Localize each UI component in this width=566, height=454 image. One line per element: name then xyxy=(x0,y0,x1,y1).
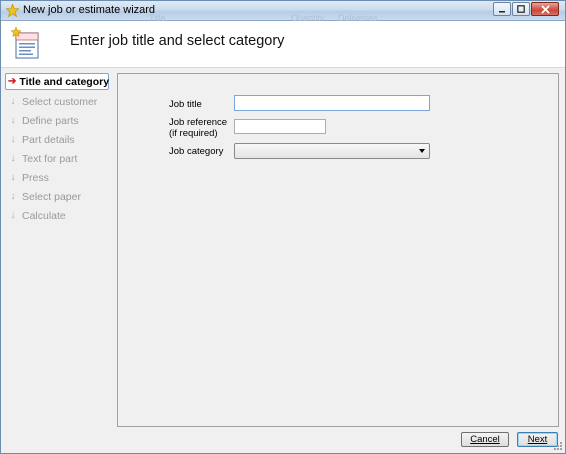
wizard-wand-icon xyxy=(6,4,19,17)
step-select-customer: ↓ Select customer xyxy=(5,92,113,111)
step-label: Part details xyxy=(22,133,75,146)
cancel-button-label: Cancel xyxy=(470,434,500,445)
wizard-header: Enter job title and select category xyxy=(1,21,565,67)
title-bar[interactable]: New job or estimate wizard Title Quantit… xyxy=(1,1,565,23)
next-button-label: Next xyxy=(527,434,548,445)
minimize-icon xyxy=(499,11,505,13)
job-reference-label-line2: (if required) xyxy=(169,128,218,139)
step-define-parts: ↓ Define parts xyxy=(5,111,113,130)
job-reference-label: Job reference (if required) xyxy=(169,117,227,139)
page-title: Enter job title and select category xyxy=(70,33,285,49)
step-label: Select paper xyxy=(22,190,81,203)
step-part-details: ↓ Part details xyxy=(5,130,113,149)
step-label: Select customer xyxy=(22,95,98,108)
next-button[interactable]: Next xyxy=(517,432,558,447)
estimate-document-icon xyxy=(11,27,39,59)
step-title-and-category[interactable]: ➔ Title and category xyxy=(5,73,109,90)
down-arrow-icon: ↓ xyxy=(10,210,16,221)
minimize-button[interactable] xyxy=(493,2,511,16)
step-label: Title and category xyxy=(19,75,110,88)
step-text-for-part: ↓ Text for part xyxy=(5,149,113,168)
step-label: Calculate xyxy=(22,209,66,222)
down-arrow-icon: ↓ xyxy=(10,153,16,164)
header-divider xyxy=(1,67,565,68)
down-arrow-icon: ↓ xyxy=(10,134,16,145)
maximize-icon xyxy=(517,5,525,13)
right-arrow-icon: ➔ xyxy=(8,76,17,87)
window-controls xyxy=(492,2,559,17)
down-arrow-icon: ↓ xyxy=(10,115,16,126)
maximize-button[interactable] xyxy=(512,2,530,16)
job-reference-input[interactable] xyxy=(234,119,326,134)
cancel-button[interactable]: Cancel xyxy=(461,432,509,447)
job-category-label: Job category xyxy=(169,146,224,157)
step-label: Text for part xyxy=(22,152,78,165)
down-arrow-icon: ↓ xyxy=(10,191,16,202)
step-calculate: ↓ Calculate xyxy=(5,206,113,225)
wizard-window: New job or estimate wizard Title Quantit… xyxy=(0,0,566,454)
form-panel: Job title Job reference (if required) Jo… xyxy=(117,73,559,427)
close-icon xyxy=(540,4,550,14)
wizard-steps: ➔ Title and category ↓ Select customer ↓… xyxy=(1,73,113,225)
down-arrow-icon: ↓ xyxy=(10,96,16,107)
job-title-label: Job title xyxy=(169,99,202,110)
close-button[interactable] xyxy=(531,2,559,16)
down-arrow-icon: ↓ xyxy=(10,172,16,183)
step-label: Define parts xyxy=(22,114,79,127)
step-press: ↓ Press xyxy=(5,168,113,187)
chevron-down-icon xyxy=(419,149,425,153)
job-category-select[interactable] xyxy=(234,143,430,159)
job-title-input[interactable] xyxy=(234,95,430,111)
step-label: Press xyxy=(22,171,49,184)
job-reference-label-line1: Job reference xyxy=(169,117,228,128)
resize-grip-icon[interactable] xyxy=(553,441,563,451)
step-select-paper: ↓ Select paper xyxy=(5,187,113,206)
window-title: New job or estimate wizard xyxy=(23,4,156,16)
